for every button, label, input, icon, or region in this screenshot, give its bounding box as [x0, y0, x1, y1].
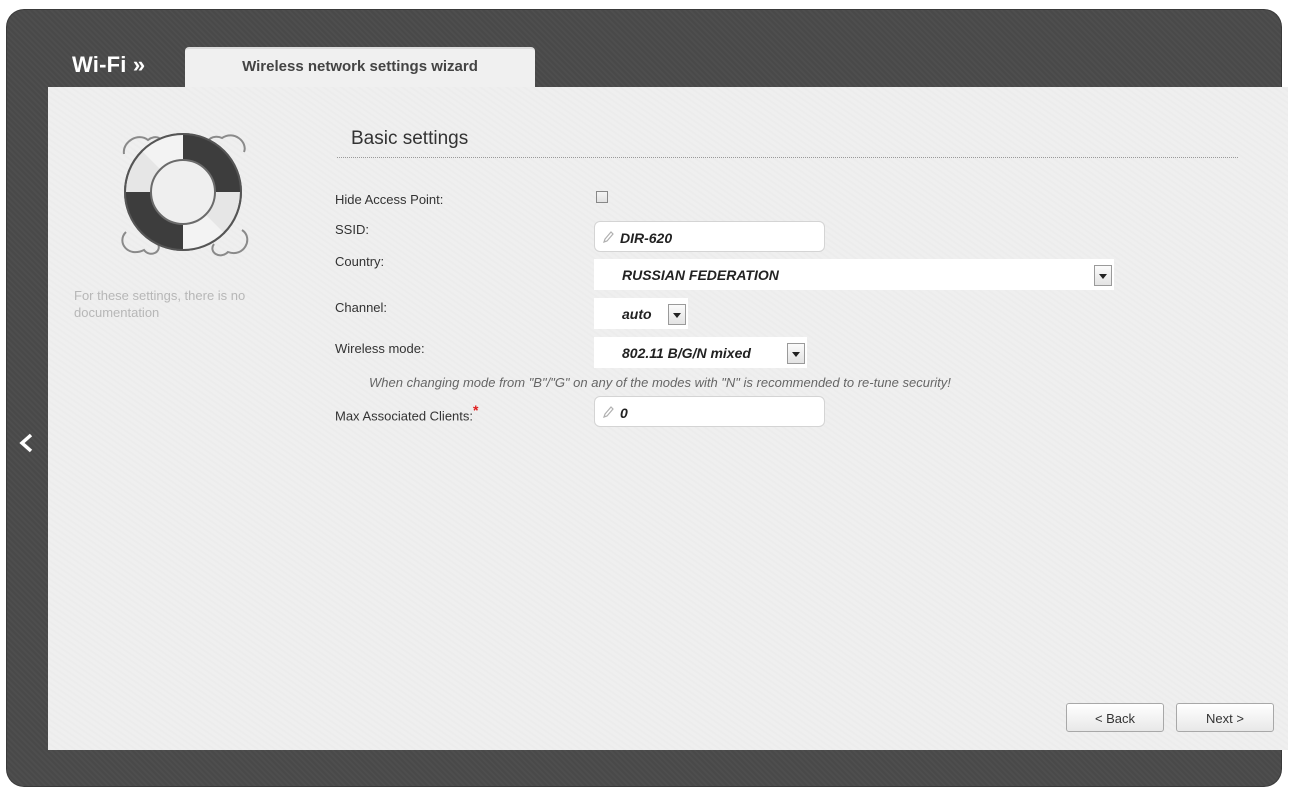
ssid-label: SSID:: [335, 222, 369, 237]
tab-wireless-wizard[interactable]: Wireless network settings wizard: [185, 47, 535, 88]
country-select[interactable]: RUSSIAN FEDERATION: [594, 259, 1114, 290]
lifebuoy-icon: [104, 112, 262, 270]
wireless-mode-hint: When changing mode from "B"/"G" on any o…: [369, 375, 951, 390]
ssid-value: DIR-620: [620, 230, 673, 246]
max-clients-value: 0: [620, 405, 628, 421]
nav-back-arrow-icon[interactable]: [19, 433, 33, 457]
wireless-mode-select[interactable]: 802.11 B/G/N mixed: [594, 337, 807, 368]
country-label: Country:: [335, 254, 385, 269]
max-clients-label: Max Associated Clients:*: [335, 402, 478, 423]
country-value: RUSSIAN FEDERATION: [622, 267, 779, 283]
chevron-down-icon[interactable]: [787, 343, 805, 364]
required-mark: *: [473, 402, 479, 418]
hide-ap-checkbox[interactable]: [596, 191, 608, 203]
channel-select[interactable]: auto: [594, 298, 688, 329]
max-clients-label-text: Max Associated Clients:: [335, 408, 474, 424]
chevron-down-icon[interactable]: [668, 304, 686, 325]
wireless-mode-label: Wireless mode:: [335, 341, 425, 356]
pencil-icon: [603, 231, 614, 243]
channel-value: auto: [622, 306, 652, 322]
max-clients-input[interactable]: 0: [594, 396, 825, 427]
ssid-input[interactable]: DIR-620: [594, 221, 825, 252]
section-title: Basic settings: [351, 128, 469, 149]
channel-label: Channel:: [335, 300, 388, 315]
chevron-left-icon: [19, 433, 33, 453]
section-divider: [337, 157, 1238, 158]
chevron-down-icon[interactable]: [1094, 265, 1112, 286]
documentation-note: For these settings, there is no document…: [74, 288, 246, 320]
wireless-mode-value: 802.11 B/G/N mixed: [622, 345, 751, 361]
next-button[interactable]: Next >: [1176, 703, 1274, 732]
pencil-icon: [603, 406, 614, 418]
hide-ap-label: Hide Access Point:: [335, 192, 444, 207]
section-brand: Wi-Fi »: [72, 52, 146, 77]
back-button[interactable]: < Back: [1066, 703, 1164, 732]
